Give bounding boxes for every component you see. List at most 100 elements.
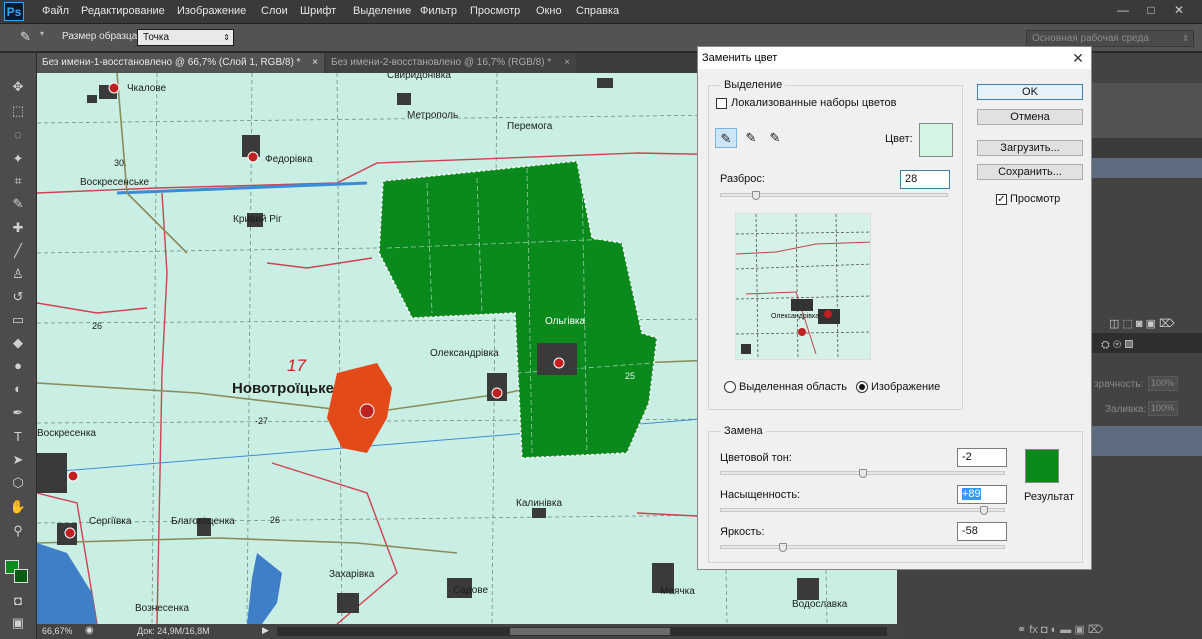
layers-icons-row[interactable]: ◫ ⬚ ◙ ▣ ⌦: [1109, 317, 1175, 330]
opacity-field[interactable]: 100%: [1148, 376, 1178, 391]
type-tool-icon[interactable]: T: [7, 427, 29, 447]
share-icon[interactable]: ◉: [85, 625, 94, 636]
close-icon[interactable]: ×: [564, 53, 570, 72]
selected-layer-row[interactable]: [1092, 426, 1202, 456]
lightness-slider-track[interactable]: [720, 543, 1005, 552]
map-label: Благовіщенка: [171, 516, 235, 527]
layers-footer-icons[interactable]: ⚭ fx ◘ ◐ ▬ ▣ ⌦: [1017, 623, 1103, 636]
replacement-legend: Замена: [721, 425, 766, 437]
eraser-tool-icon[interactable]: ▭: [7, 310, 29, 330]
hue-slider-thumb[interactable]: [859, 469, 867, 478]
zoom-tool-icon[interactable]: ⚲: [7, 521, 29, 541]
magic-wand-tool-icon[interactable]: ✦: [7, 149, 29, 169]
selected-item-highlight[interactable]: [1092, 158, 1202, 178]
load-button[interactable]: Загрузить...: [977, 140, 1083, 156]
shape-tool-icon[interactable]: ⬡: [7, 473, 29, 493]
fuzziness-slider-track[interactable]: [720, 191, 948, 200]
blur-tool-icon[interactable]: ●: [7, 356, 29, 376]
close-icon[interactable]: ×: [312, 53, 318, 72]
menu-image[interactable]: Изображение: [177, 5, 246, 17]
sample-size-select[interactable]: Точка ⇕: [137, 29, 234, 46]
menu-help[interactable]: Справка: [576, 5, 619, 17]
lightness-slider-thumb[interactable]: [779, 543, 787, 552]
status-menu-arrow-icon[interactable]: ▶: [262, 625, 269, 636]
dodge-tool-icon[interactable]: ◐: [7, 379, 29, 399]
menu-filter[interactable]: Фильтр: [420, 5, 457, 17]
eyedropper-plus-icon[interactable]: ✎: [740, 128, 762, 148]
brush-tool-icon[interactable]: ╱: [7, 241, 29, 261]
localized-colors-checkbox[interactable]: [716, 98, 727, 109]
quick-mask-icon[interactable]: ◘: [7, 591, 29, 611]
menu-type[interactable]: Шрифт: [300, 5, 336, 17]
map-label: Водославка: [792, 599, 848, 610]
history-brush-tool-icon[interactable]: ↺: [7, 287, 29, 307]
updown-icon: ⇕: [223, 33, 230, 42]
zoom-level[interactable]: 66,67%: [42, 626, 73, 636]
menu-window[interactable]: Окно: [536, 5, 562, 17]
image-radio[interactable]: [856, 381, 868, 393]
hand-tool-icon[interactable]: ✋: [7, 497, 29, 517]
marquee-tool-icon[interactable]: ⬚: [7, 101, 29, 121]
status-bar: 66,67% ◉ Док: 24,9M/16,8M ▶: [37, 624, 897, 639]
saturation-slider-track[interactable]: [720, 506, 1005, 515]
lightness-input[interactable]: -58: [957, 522, 1007, 541]
menu-edit[interactable]: Редактирование: [81, 5, 165, 17]
image-radio-label: Изображение: [871, 381, 941, 393]
eyedropper-tool-icon[interactable]: ✎: [20, 29, 31, 45]
screen-mode-icon[interactable]: ▣: [7, 613, 29, 633]
map-label: ·27: [255, 416, 269, 426]
path-selection-tool-icon[interactable]: ➤: [7, 450, 29, 470]
tab-document-1[interactable]: Без имени-1-восстановлено @ 66,7% (Слой …: [37, 53, 324, 73]
fuzziness-slider-thumb[interactable]: [752, 191, 760, 200]
hue-slider-track[interactable]: [720, 469, 1005, 478]
tool-preset-chevron-icon[interactable]: ▾: [40, 29, 44, 38]
scrollbar-thumb[interactable]: [510, 628, 670, 635]
move-tool-icon[interactable]: ✥: [7, 77, 29, 97]
color-label: Цвет:: [885, 133, 913, 145]
menu-file[interactable]: Файл: [42, 5, 69, 17]
selection-radio-label: Выделенная область: [739, 381, 847, 393]
ok-button[interactable]: OK: [977, 84, 1083, 100]
fuzziness-input[interactable]: 28: [900, 170, 950, 189]
crop-tool-icon[interactable]: ⌗: [7, 171, 29, 191]
workspace-select[interactable]: Основная рабочая среда ⇕: [1026, 30, 1194, 47]
menu-view[interactable]: Просмотр: [470, 5, 520, 17]
fill-field[interactable]: 100%: [1148, 401, 1178, 416]
hue-input[interactable]: -2: [957, 448, 1007, 467]
selection-radio[interactable]: [724, 381, 736, 393]
workspace-value: Основная рабочая среда: [1032, 33, 1149, 44]
sampled-color-swatch[interactable]: [919, 123, 953, 157]
tab-document-2[interactable]: Без имени-2-восстановлено @ 16,7% (RGB/8…: [326, 53, 576, 73]
eyedropper-tool-icon[interactable]: ✎: [7, 194, 29, 214]
maximize-button[interactable]: □: [1138, 0, 1164, 20]
pen-tool-icon[interactable]: ✒: [7, 403, 29, 423]
paint-bucket-tool-icon[interactable]: ◆: [7, 333, 29, 353]
save-button[interactable]: Сохранить...: [977, 164, 1083, 180]
preview-checkbox[interactable]: ✓: [996, 194, 1007, 205]
cancel-button[interactable]: Отмена: [977, 109, 1083, 125]
result-color-swatch[interactable]: [1025, 449, 1059, 483]
panel-area: [1092, 83, 1202, 138]
horizontal-scrollbar[interactable]: [277, 627, 887, 636]
saturation-input[interactable]: +89: [957, 485, 1007, 504]
lasso-tool-icon[interactable]: ◌: [7, 125, 29, 145]
close-window-button[interactable]: ✕: [1166, 0, 1192, 20]
eyedropper-minus-icon[interactable]: ✎: [764, 128, 786, 148]
hue-label: Цветовой тон:: [720, 452, 792, 464]
map-label: Захарівка: [329, 569, 375, 580]
panel-tab-icons[interactable]: ⛭ ⊛ ▤: [1101, 339, 1133, 352]
clone-stamp-tool-icon[interactable]: ♙: [7, 264, 29, 284]
minimize-button[interactable]: —: [1110, 0, 1136, 20]
menu-layers[interactable]: Слои: [261, 5, 288, 17]
selection-legend: Выделение: [721, 79, 786, 91]
eyedropper-icon[interactable]: ✎: [715, 128, 737, 148]
healing-brush-tool-icon[interactable]: ✚: [7, 218, 29, 238]
close-icon[interactable]: ✕: [1068, 49, 1088, 67]
saturation-label: Насыщенность:: [720, 489, 801, 501]
background-color-swatch[interactable]: [14, 569, 28, 583]
map-label: Чкалове: [127, 83, 167, 94]
photoshop-logo[interactable]: Ps: [4, 2, 24, 21]
tools-panel: ✥ ⬚ ◌ ✦ ⌗ ✎ ✚ ╱ ♙ ↺ ▭ ◆ ● ◐ ✒ T ➤ ⬡ ✋ ⚲ …: [0, 53, 37, 639]
saturation-slider-thumb[interactable]: [980, 506, 988, 515]
menu-select[interactable]: Выделение: [353, 5, 411, 17]
